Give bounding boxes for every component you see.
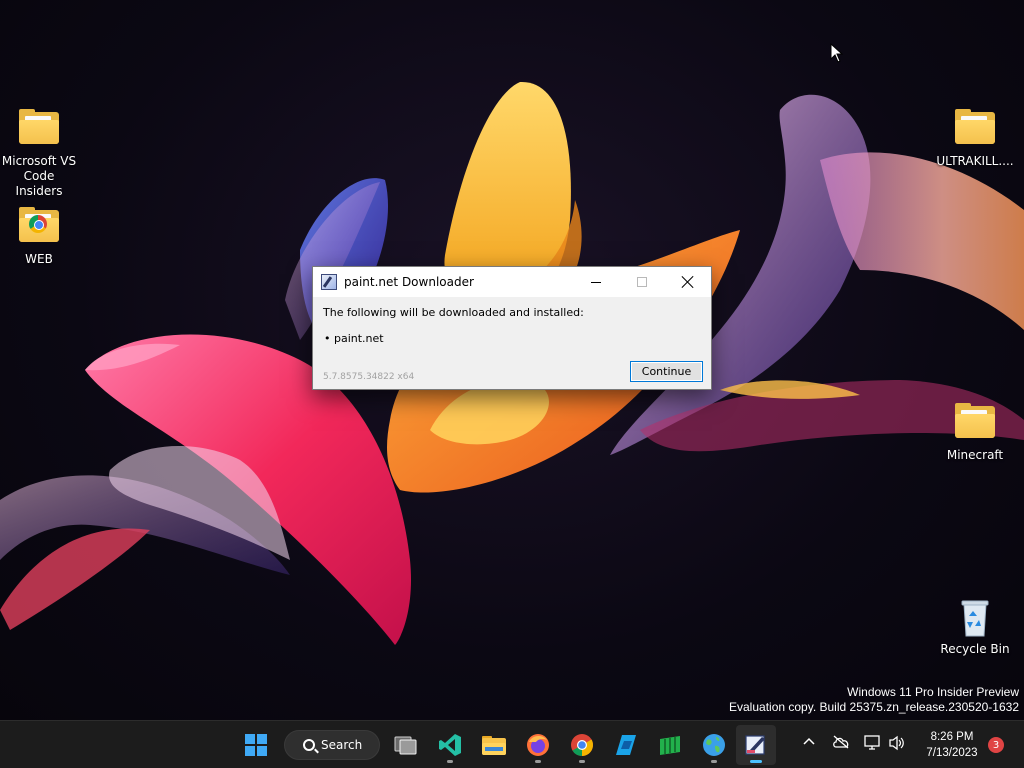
mouse-cursor-icon xyxy=(830,43,844,63)
taskbar-search[interactable]: Search xyxy=(284,730,380,760)
task-view-icon xyxy=(394,736,417,755)
folder-icon xyxy=(17,108,61,148)
recycle-bin-icon xyxy=(953,596,997,637)
app-blue-icon xyxy=(616,735,636,755)
minimize-button[interactable] xyxy=(573,267,619,297)
close-button[interactable] xyxy=(665,267,711,297)
desktop-icon-label: Microsoft VS Code Insiders xyxy=(1,154,77,198)
app-green-icon xyxy=(660,736,680,755)
folder-chrome-icon xyxy=(17,206,61,246)
search-label: Search xyxy=(321,738,363,752)
taskbar-paintnet[interactable] xyxy=(736,725,776,765)
watermark-edition: Windows 11 Pro Insider Preview xyxy=(847,685,1019,699)
desktop-icon-web[interactable]: WEB xyxy=(0,206,79,267)
file-explorer-icon xyxy=(482,736,506,755)
tray-overflow-button[interactable] xyxy=(802,735,816,750)
network-icon xyxy=(864,735,880,750)
chevron-up-icon xyxy=(803,737,815,745)
tray-onedrive[interactable] xyxy=(832,735,850,753)
dialog-title: paint.net Downloader xyxy=(344,275,474,289)
firefox-icon xyxy=(527,734,549,756)
version-label: 5.7.8575.34822 x64 xyxy=(323,372,415,382)
running-indicator xyxy=(535,760,541,763)
desktop-icon-label: WEB xyxy=(25,252,53,266)
dialog-titlebar[interactable]: paint.net Downloader xyxy=(313,267,711,297)
cloud-offline-icon xyxy=(833,735,849,749)
taskbar-world[interactable] xyxy=(694,725,734,765)
windows-watermark: Windows 11 Pro Insider Preview Evaluatio… xyxy=(729,685,1019,715)
continue-button[interactable]: Continue xyxy=(630,361,703,382)
search-icon xyxy=(303,739,315,751)
windows-start-icon xyxy=(245,734,267,756)
system-clock[interactable]: 8:26 PM 7/13/2023 xyxy=(920,729,984,761)
paintnet-icon xyxy=(321,274,337,290)
chrome-icon xyxy=(571,734,593,756)
taskbar-firefox[interactable] xyxy=(518,725,558,765)
maximize-icon xyxy=(637,277,647,287)
clock-date: 7/13/2023 xyxy=(926,747,978,759)
running-indicator xyxy=(579,760,585,763)
notification-badge[interactable]: 3 xyxy=(988,737,1004,753)
start-button[interactable] xyxy=(236,725,276,765)
paintnet-icon xyxy=(745,735,765,755)
desktop-icon-label: Minecraft xyxy=(946,448,1004,462)
taskbar-app-green[interactable] xyxy=(650,725,690,765)
taskbar-vscode[interactable] xyxy=(430,725,470,765)
desktop-icon-vscode-insiders[interactable]: Microsoft VS Code Insiders xyxy=(0,108,79,199)
volume-icon xyxy=(889,735,904,751)
folder-icon xyxy=(953,402,997,442)
active-indicator xyxy=(750,760,762,763)
tray-network[interactable] xyxy=(864,735,882,755)
desktop-icon-label: Recycle Bin xyxy=(940,642,1010,656)
clock-time: 8:26 PM xyxy=(930,731,974,743)
download-item: • paint.net xyxy=(324,332,384,345)
taskbar: Search 8:26 PM 7/13/2023 3 xyxy=(0,720,1024,768)
folder-icon xyxy=(953,108,997,148)
maximize-button xyxy=(619,267,665,297)
taskbar-file-explorer[interactable] xyxy=(474,725,514,765)
desktop-icon-minecraft[interactable]: Minecraft xyxy=(935,402,1015,463)
taskbar-app-blue[interactable] xyxy=(606,725,646,765)
minimize-icon xyxy=(591,281,601,283)
taskbar-chrome[interactable] xyxy=(562,725,602,765)
tray-volume[interactable] xyxy=(888,735,906,755)
desktop-icon-ultrakill[interactable]: ULTRAKILL.... xyxy=(935,108,1015,169)
running-indicator xyxy=(447,760,453,763)
dialog-message: The following will be downloaded and ins… xyxy=(323,306,584,319)
world-icon xyxy=(703,734,725,756)
paintnet-downloader-dialog: paint.net Downloader The following will … xyxy=(312,266,712,390)
watermark-build: Evaluation copy. Build 25375.zn_release.… xyxy=(729,700,1019,714)
desktop-icon-recycle-bin[interactable]: Recycle Bin xyxy=(935,596,1015,657)
close-icon xyxy=(682,276,694,288)
desktop-icon-label: ULTRAKILL.... xyxy=(936,154,1014,168)
task-view-button[interactable] xyxy=(386,725,426,765)
vscode-icon xyxy=(439,734,461,756)
running-indicator xyxy=(711,760,717,763)
